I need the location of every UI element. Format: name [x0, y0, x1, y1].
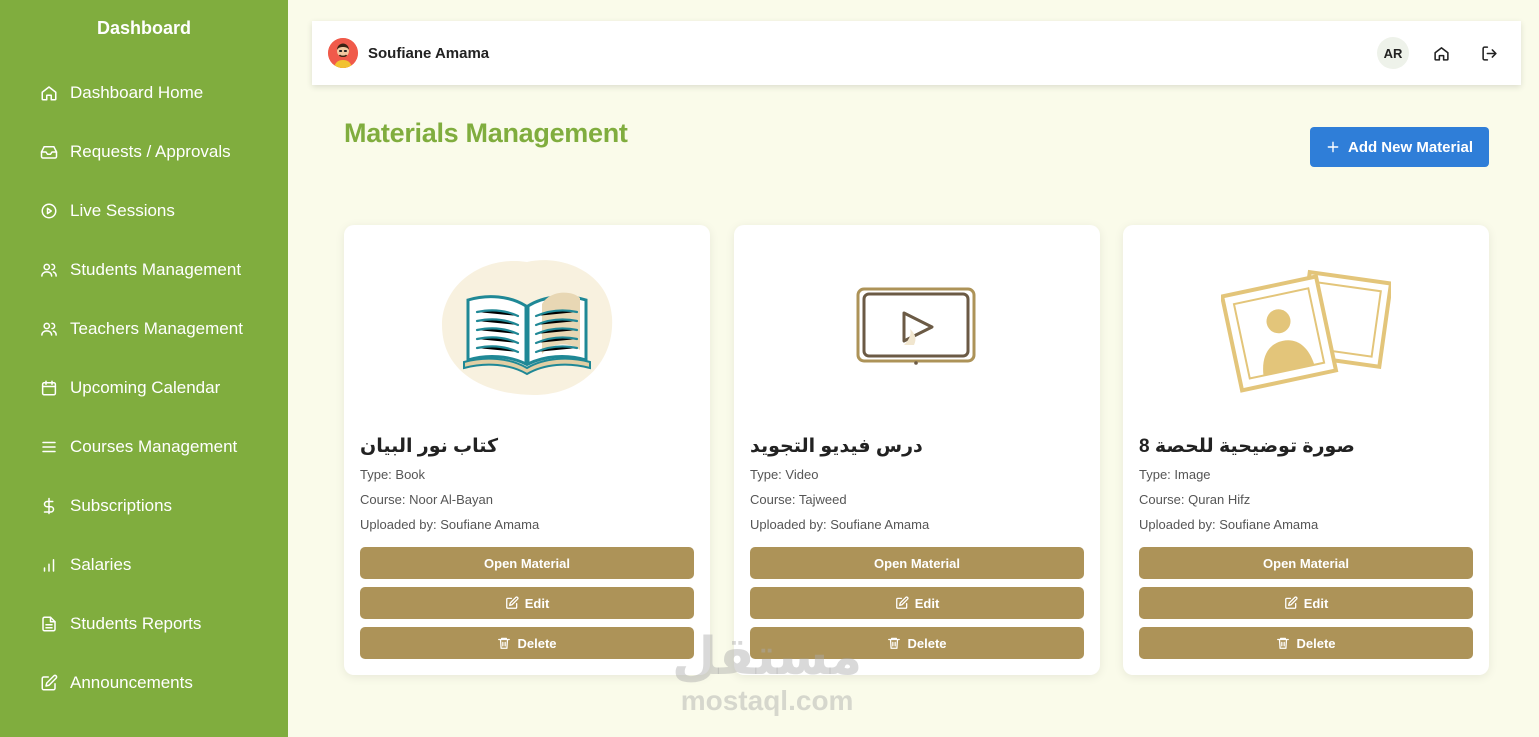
- logout-icon: [1481, 45, 1497, 61]
- delete-label: Delete: [517, 635, 557, 651]
- topbar-actions: AR: [1377, 37, 1505, 69]
- add-new-material-button[interactable]: Add New Material: [1310, 127, 1489, 167]
- sidebar-item-label: Subscriptions: [70, 496, 173, 515]
- edit-icon: [505, 596, 519, 609]
- material-course: Course: Quran Hifz: [1139, 492, 1251, 507]
- edit-button[interactable]: Edit: [1139, 587, 1473, 619]
- sidebar-item-label: Courses Management: [70, 437, 238, 456]
- sidebar-item-label: Dashboard Home: [70, 83, 204, 102]
- open-material-label: Open Material: [1263, 555, 1349, 571]
- menu-icon: [42, 441, 56, 453]
- open-material-button[interactable]: Open Material: [1139, 547, 1473, 579]
- sidebar-item-label: Announcements: [70, 673, 193, 692]
- inbox-icon: [40, 146, 58, 159]
- open-material-label: Open Material: [874, 555, 960, 571]
- material-card: كتاب نور البيان Type: Book Course: Noor …: [344, 225, 710, 675]
- sidebar-item-salaries[interactable]: Salaries: [40, 553, 131, 577]
- sidebar-item-label: Teachers Management: [70, 319, 243, 338]
- sidebar-item-announcements[interactable]: Announcements: [40, 671, 193, 695]
- edit-icon: [895, 596, 909, 609]
- delete-button[interactable]: Delete: [1139, 627, 1473, 659]
- sidebar-item-upcoming-calendar[interactable]: Upcoming Calendar: [40, 376, 220, 400]
- logout-button[interactable]: [1473, 37, 1505, 69]
- material-title: درس فيديو التجويد: [750, 436, 923, 457]
- sidebar-item-courses-management[interactable]: Courses Management: [40, 435, 237, 459]
- bar-chart-icon: [43, 559, 55, 572]
- add-button-label: Add New Material: [1347, 138, 1474, 156]
- users-icon: [41, 322, 57, 336]
- sidebar-item-dashboard-home[interactable]: Dashboard Home: [40, 81, 203, 105]
- edit-icon: [41, 674, 58, 691]
- sidebar-item-label: Students Management: [70, 260, 242, 279]
- sidebar-item-label: Students Reports: [70, 614, 202, 633]
- watermark-latin: mostaql.com: [680, 685, 854, 716]
- open-book-icon: [442, 259, 613, 395]
- sidebar-item-subscriptions[interactable]: Subscriptions: [40, 494, 172, 518]
- delete-button[interactable]: Delete: [750, 627, 1084, 659]
- delete-button[interactable]: Delete: [360, 627, 694, 659]
- material-type: Type: Video: [750, 467, 819, 482]
- material-title: صورة توضيحية للحصة 8: [1139, 436, 1355, 457]
- material-course: Course: Noor Al-Bayan: [360, 492, 493, 507]
- open-material-label: Open Material: [484, 555, 570, 571]
- topbar: Soufiane Amama AR: [312, 21, 1521, 85]
- home-button[interactable]: [1425, 37, 1457, 69]
- sidebar-item-teachers-management[interactable]: Teachers Management: [40, 317, 243, 341]
- material-type: Type: Image: [1139, 467, 1211, 482]
- sidebar-item-students-management[interactable]: Students Management: [40, 258, 241, 282]
- material-title: كتاب نور البيان: [360, 436, 499, 457]
- sidebar: Dashboard Dashboard Home Requests / Appr…: [0, 0, 288, 737]
- delete-label: Delete: [1296, 635, 1336, 651]
- sidebar-item-label: Live Sessions: [70, 201, 175, 220]
- material-type: Type: Book: [360, 467, 426, 482]
- open-material-button[interactable]: Open Material: [750, 547, 1084, 579]
- language-toggle[interactable]: AR: [1377, 37, 1409, 69]
- trash-icon: [498, 637, 511, 649]
- edit-icon: [1284, 596, 1298, 609]
- edit-label: Edit: [914, 595, 940, 611]
- material-uploader: Uploaded by: Soufiane Amama: [360, 517, 540, 532]
- sidebar-item-requests-approvals[interactable]: Requests / Approvals: [40, 140, 231, 164]
- plus-icon: [1327, 141, 1339, 153]
- edit-label: Edit: [1303, 595, 1329, 611]
- edit-button[interactable]: Edit: [360, 587, 694, 619]
- sidebar-brand: Dashboard: [96, 18, 192, 38]
- material-uploader: Uploaded by: Soufiane Amama: [750, 517, 930, 532]
- delete-label: Delete: [907, 635, 947, 651]
- sidebar-item-label: Requests / Approvals: [70, 142, 231, 161]
- sidebar-item-live-sessions[interactable]: Live Sessions: [40, 199, 175, 223]
- dollar-icon: [43, 497, 55, 515]
- material-course: Course: Tajweed: [750, 492, 847, 507]
- material-illustration: [1123, 225, 1489, 430]
- trash-icon: [1277, 637, 1290, 649]
- trash-icon: [888, 637, 901, 649]
- user-avatar-icon: [328, 38, 358, 68]
- page-title: Materials Management: [344, 118, 628, 148]
- material-illustration: [344, 225, 710, 430]
- video-player-icon: [856, 287, 976, 365]
- material-uploader: Uploaded by: Soufiane Amama: [1139, 517, 1319, 532]
- calendar-icon: [41, 380, 57, 396]
- sidebar-item-label: Salaries: [70, 555, 132, 574]
- edit-label: Edit: [524, 595, 550, 611]
- edit-button[interactable]: Edit: [750, 587, 1084, 619]
- home-icon: [41, 86, 57, 101]
- user-name: Soufiane Amama: [368, 44, 490, 62]
- material-card: صورة توضيحية للحصة 8 Type: Image Course:…: [1123, 225, 1489, 675]
- play-circle-icon: [41, 203, 57, 219]
- material-card: درس فيديو التجويد Type: Video Course: Ta…: [734, 225, 1100, 675]
- sidebar-item-students-reports[interactable]: Students Reports: [40, 612, 201, 636]
- material-illustration: [734, 225, 1100, 430]
- home-icon: [1433, 46, 1449, 61]
- file-text-icon: [42, 616, 56, 632]
- open-material-button[interactable]: Open Material: [360, 547, 694, 579]
- sidebar-item-label: Upcoming Calendar: [70, 378, 221, 397]
- avatar[interactable]: [328, 38, 358, 68]
- users-icon: [41, 263, 57, 277]
- photo-frames-icon: [1221, 269, 1391, 393]
